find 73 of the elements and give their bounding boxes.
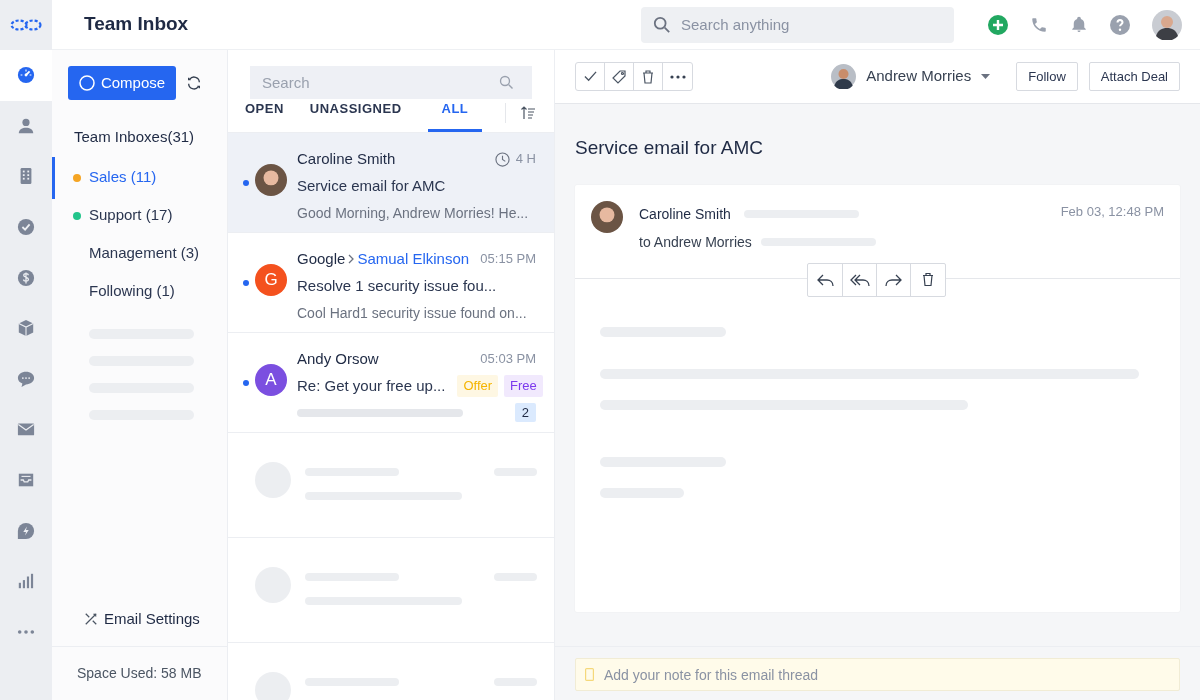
letter-avatar: A <box>255 363 287 396</box>
action-button[interactable]: Attach Deal <box>1088 62 1180 91</box>
trash-icon <box>642 69 654 84</box>
compose-button[interactable]: Compose <box>68 66 176 100</box>
reply-icon <box>816 272 834 287</box>
forward-icon <box>885 272 902 287</box>
email-subject: Service email for AMC <box>574 136 764 160</box>
tag-label: Offer <box>457 374 499 397</box>
message-subject: Service email for AMC <box>297 175 446 196</box>
more-icon <box>669 74 686 79</box>
gauge-icon[interactable] <box>17 66 35 85</box>
tag-icon <box>612 69 626 84</box>
message-subject: Re: Get your free up... <box>297 375 446 396</box>
assignee-dropdown[interactable]: Andrew Morries <box>831 64 991 89</box>
filter-tab[interactable]: UNASSIGNED <box>309 99 402 132</box>
sender-name: Caroline Smith <box>639 204 731 224</box>
conversation-row[interactable]: Caroline Smith 4 H Service email for AMC Good Morning, Andrew Morries! He... <box>228 132 554 233</box>
sender-name: Google <box>297 248 346 269</box>
recipient-text: to Andrew Morries <box>639 232 752 252</box>
message-subject: Resolve 1 security issue fou... <box>297 275 497 296</box>
folder-item[interactable]: Management (3) <box>89 242 200 265</box>
note-icon <box>585 668 594 681</box>
bar-chart-icon[interactable] <box>17 572 35 591</box>
search-field[interactable]: Search anything <box>641 6 954 43</box>
check-icon <box>583 70 597 83</box>
user-avatar[interactable] <box>1152 9 1182 40</box>
dollar-icon[interactable] <box>17 268 35 287</box>
help-icon[interactable] <box>1110 14 1130 35</box>
message-preview: Cool Hard1 security issue found on... <box>297 304 528 323</box>
note-field[interactable]: Add your note for this email thread <box>575 658 1180 691</box>
bell-icon[interactable] <box>1070 15 1088 34</box>
search-icon <box>499 75 514 90</box>
chevron-icon <box>347 253 356 265</box>
message-time: 4 H <box>515 150 536 169</box>
cube-icon[interactable] <box>17 319 35 338</box>
assignee-avatar <box>831 64 857 89</box>
refresh-icon[interactable] <box>186 75 202 91</box>
bolt-icon[interactable] <box>17 521 35 540</box>
sender-name: Andy Orsow <box>297 348 379 369</box>
circle-icon <box>78 75 95 91</box>
storage-label: Space Used: 58 MB <box>77 664 202 683</box>
sender-name: Caroline Smith <box>297 148 396 169</box>
check-circle-icon[interactable] <box>17 218 35 237</box>
folder-item[interactable]: Following (1) <box>89 280 175 303</box>
search-field[interactable]: Search <box>250 66 532 99</box>
tag-label: Free <box>504 374 543 397</box>
settings-link[interactable]: Email Settings <box>104 607 200 630</box>
search-icon <box>653 15 671 34</box>
sort-icon[interactable] <box>520 104 536 121</box>
folder-item[interactable]: Support (17) <box>89 204 173 227</box>
message-preview: Good Morning, Andrew Morries! He... <box>297 204 530 223</box>
phone-icon[interactable] <box>1030 15 1048 34</box>
message-date: Feb 03, 12:48 PM <box>1060 202 1164 221</box>
folder-item[interactable]: Sales (11) <box>89 166 157 189</box>
page-title: Team Inbox <box>83 12 190 37</box>
sender-avatar <box>591 200 623 233</box>
chat-icon[interactable] <box>17 369 35 388</box>
section-heading: Team Inboxes(31) <box>73 127 196 147</box>
action-button[interactable]: Follow <box>1016 62 1078 91</box>
add-icon[interactable] <box>988 14 1008 35</box>
message-time: 05:15 PM <box>480 250 536 269</box>
caret-icon <box>981 74 991 79</box>
assignee-name: Samual Elkinson <box>357 248 470 269</box>
count-badge: 2 <box>514 403 536 422</box>
trash-icon <box>922 272 934 287</box>
person-icon[interactable] <box>17 116 35 135</box>
letter-avatar: G <box>255 263 287 296</box>
logo-icon <box>10 19 42 31</box>
filter-tab[interactable]: OPEN <box>245 99 284 132</box>
sender-avatar <box>255 163 287 196</box>
message-time: 05:03 PM <box>480 350 536 369</box>
reply-all-icon <box>849 272 870 287</box>
tools-icon <box>84 611 98 626</box>
